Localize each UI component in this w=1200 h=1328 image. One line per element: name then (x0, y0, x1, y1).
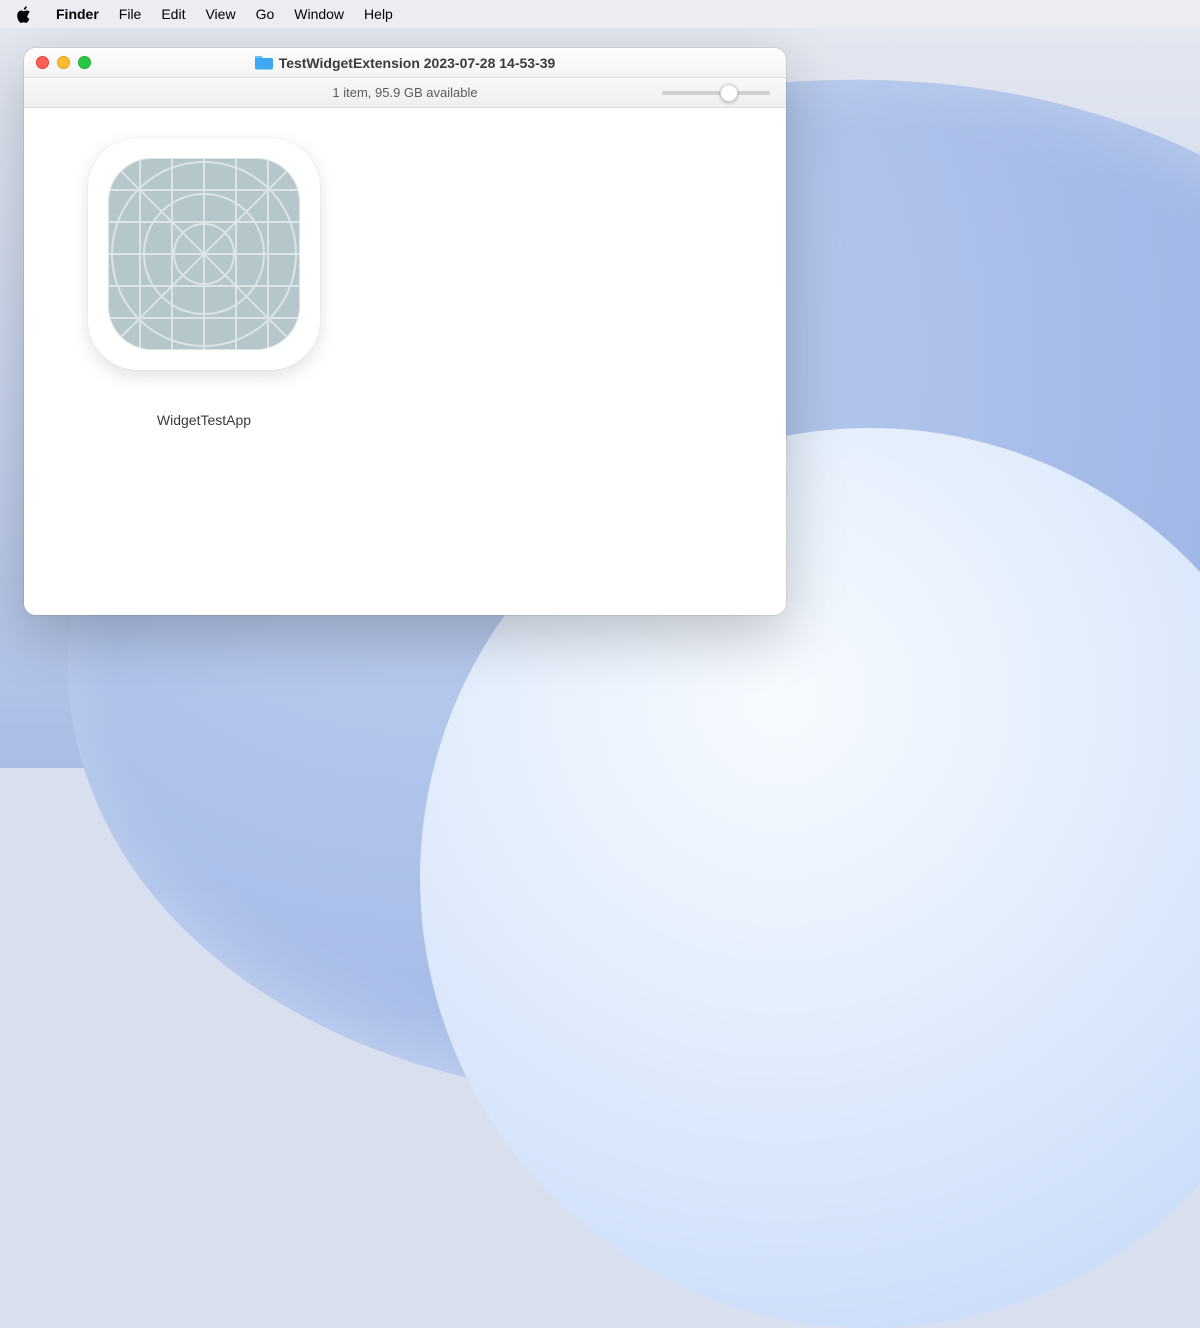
finder-content[interactable]: WidgetTestApp (24, 108, 786, 615)
status-text: 1 item, 95.9 GB available (332, 85, 477, 100)
apple-menu-icon[interactable] (14, 5, 32, 23)
app-placeholder-icon[interactable] (88, 138, 320, 370)
window-title: TestWidgetExtension 2023-07-28 14-53-39 (279, 55, 556, 71)
minimize-button[interactable] (57, 56, 70, 69)
menu-edit[interactable]: Edit (151, 0, 195, 28)
menu-view[interactable]: View (195, 0, 245, 28)
menu-app-name[interactable]: Finder (46, 0, 109, 28)
icon-size-slider[interactable] (662, 85, 770, 101)
folder-icon[interactable] (255, 55, 273, 70)
finder-window: TestWidgetExtension 2023-07-28 14-53-39 … (24, 48, 786, 615)
menu-go[interactable]: Go (246, 0, 285, 28)
window-toolbar: 1 item, 95.9 GB available (24, 78, 786, 108)
file-item[interactable]: WidgetTestApp (82, 138, 326, 428)
menubar: Finder File Edit View Go Window Help (0, 0, 1200, 28)
menu-file[interactable]: File (109, 0, 152, 28)
window-titlebar[interactable]: TestWidgetExtension 2023-07-28 14-53-39 (24, 48, 786, 78)
file-label[interactable]: WidgetTestApp (157, 412, 251, 428)
menu-window[interactable]: Window (284, 0, 354, 28)
slider-thumb[interactable] (720, 84, 738, 102)
traffic-lights (24, 56, 91, 69)
menu-help[interactable]: Help (354, 0, 403, 28)
zoom-button[interactable] (78, 56, 91, 69)
close-button[interactable] (36, 56, 49, 69)
